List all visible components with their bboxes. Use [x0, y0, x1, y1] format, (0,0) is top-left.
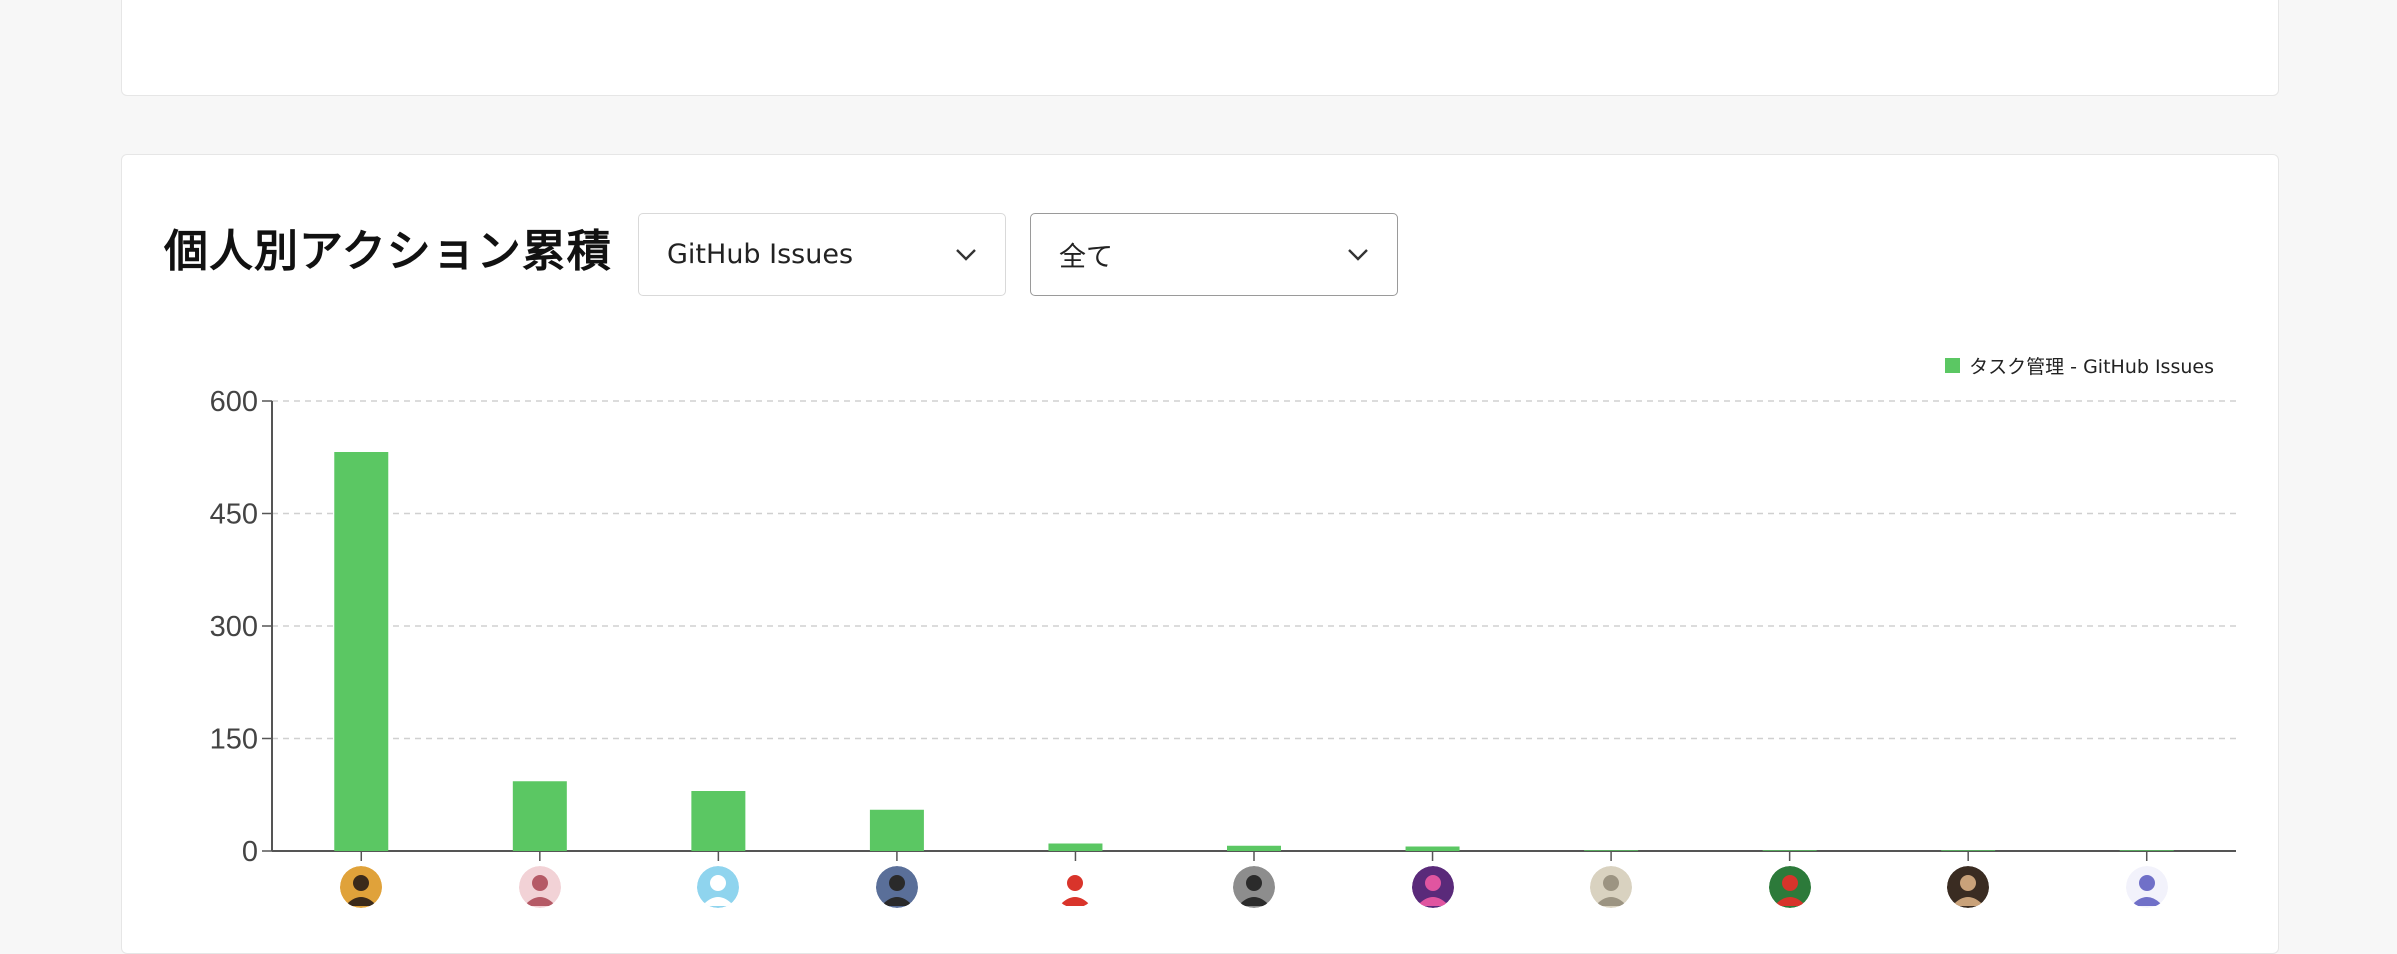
bar — [1048, 843, 1103, 851]
bar — [1584, 850, 1639, 851]
avatar-bird-icon[interactable] — [697, 866, 740, 908]
avatar-identicon-icon-graphic — [2125, 866, 2168, 908]
bar — [1405, 846, 1460, 851]
avatar-sketch-beige-icon-graphic — [1590, 866, 1633, 908]
y-tick-label: 300 — [210, 611, 258, 643]
bar — [512, 781, 567, 851]
avatar-anime-pink-icon-graphic — [518, 866, 561, 908]
avatar-person-gray-icon-graphic — [1233, 866, 1275, 908]
y-tick-label: 0 — [242, 836, 258, 868]
avatar-monster-purple-icon[interactable] — [1411, 866, 1454, 908]
avatar-identicon-icon[interactable] — [2125, 866, 2168, 908]
bar — [1941, 850, 1996, 851]
avatar-person-orange-icon-graphic — [340, 866, 383, 908]
avatar-pixel-face-icon[interactable] — [1768, 866, 1811, 908]
bar — [334, 452, 389, 851]
avatar-person-dark-icon[interactable] — [1947, 866, 1990, 908]
avatar-caution-sign-icon[interactable] — [1054, 866, 1097, 908]
bar-chart: 0 150 300 450 600 — [210, 386, 2236, 868]
avatar-person-gray-icon[interactable] — [1233, 866, 1275, 908]
y-tick-label: 600 — [210, 386, 258, 418]
y-tick-label: 450 — [210, 499, 258, 531]
bar — [1762, 850, 1817, 851]
avatar-person-orange-icon[interactable] — [340, 866, 383, 908]
bar — [869, 809, 924, 851]
avatar-caution-sign-icon-graphic — [1054, 866, 1097, 908]
bar — [2119, 850, 2174, 851]
avatar-person-blue-icon-graphic — [875, 866, 918, 908]
bar — [691, 791, 746, 851]
avatar-bird-icon-graphic — [697, 866, 740, 908]
bar — [1227, 845, 1281, 851]
avatar-person-dark-icon-graphic — [1947, 866, 1990, 908]
avatar-pixel-face-icon-graphic — [1768, 866, 1811, 908]
avatar-sketch-beige-icon[interactable] — [1590, 866, 1633, 908]
avatar-anime-pink-icon[interactable] — [518, 866, 561, 908]
y-tick-label: 150 — [210, 724, 258, 756]
avatar-monster-purple-icon-graphic — [1411, 866, 1454, 908]
avatar-person-blue-icon[interactable] — [875, 866, 918, 908]
